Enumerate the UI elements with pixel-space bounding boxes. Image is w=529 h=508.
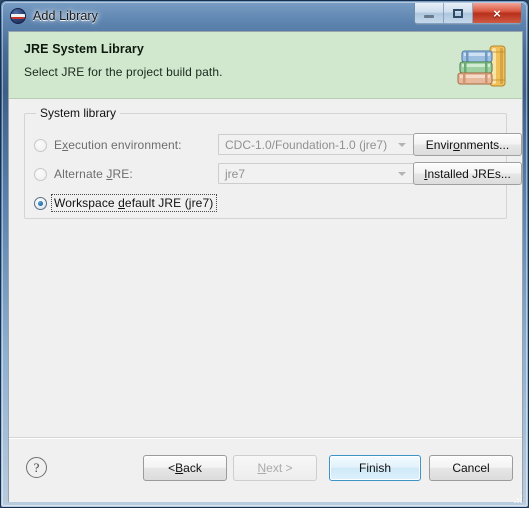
row-alternate-jre: Alternate JRE: <box>34 164 133 184</box>
radio-label-execution-environment: Execution environment: <box>54 138 182 152</box>
window-title: Add Library <box>33 9 99 23</box>
chevron-down-icon <box>398 142 406 147</box>
row-execution-environment: Execution environment: <box>34 135 182 155</box>
radio-execution-environment[interactable] <box>34 138 47 152</box>
radio-alternate-jre[interactable] <box>34 167 47 181</box>
radio-label-workspace-default-jre: Workspace default JRE (jre7) <box>51 194 218 212</box>
combo-alternate-jre[interactable]: jre7 <box>218 163 414 184</box>
combo-alternate-jre-value: jre7 <box>225 166 246 181</box>
maximize-icon <box>453 8 463 18</box>
back-button[interactable]: < Back <box>143 455 227 481</box>
minimize-icon <box>424 15 434 18</box>
dialog-footer: ? < Back Next > Finish Cancel <box>9 437 522 502</box>
chevron-down-icon <box>398 171 406 176</box>
books-stack-icon <box>457 45 506 87</box>
dialog-client-area: JRE System Library Select JRE for the pr… <box>8 31 523 502</box>
maximize-button[interactable] <box>444 3 473 23</box>
dialog-body: System library Execution environment: CD… <box>9 99 522 437</box>
banner-subtitle: Select JRE for the project build path. <box>24 65 223 79</box>
caption-button-group: × <box>414 3 522 25</box>
combo-execution-environment-value: CDC-1.0/Foundation-1.0 (jre7) <box>225 137 388 152</box>
next-button: Next > <box>233 455 317 481</box>
radio-workspace-default-jre[interactable] <box>34 196 47 210</box>
radio-label-alternate-jre: Alternate JRE: <box>54 167 133 181</box>
eclipse-globe-icon <box>10 8 26 24</box>
help-button[interactable]: ? <box>26 457 47 478</box>
system-library-group: System library Execution environment: CD… <box>24 106 522 219</box>
wizard-banner: JRE System Library Select JRE for the pr… <box>9 32 522 99</box>
finish-button[interactable]: Finish <box>329 455 421 481</box>
environments-button[interactable]: Envir o nments... <box>413 133 522 156</box>
banner-title: JRE System Library <box>24 42 144 56</box>
add-library-dialog-window: Add Library × JRE System Library Select … <box>0 0 529 508</box>
system-library-group-label: System library <box>36 106 121 120</box>
minimize-button[interactable] <box>415 3 444 23</box>
installed-jres-button[interactable]: Installed JREs... <box>413 162 522 185</box>
resize-grip-icon[interactable] <box>512 493 524 505</box>
row-workspace-default-jre: Workspace default JRE (jre7) <box>34 193 218 213</box>
combo-execution-environment[interactable]: CDC-1.0/Foundation-1.0 (jre7) <box>218 134 414 155</box>
close-button[interactable]: × <box>473 3 521 23</box>
cancel-button[interactable]: Cancel <box>429 455 513 481</box>
close-icon: × <box>493 5 501 21</box>
